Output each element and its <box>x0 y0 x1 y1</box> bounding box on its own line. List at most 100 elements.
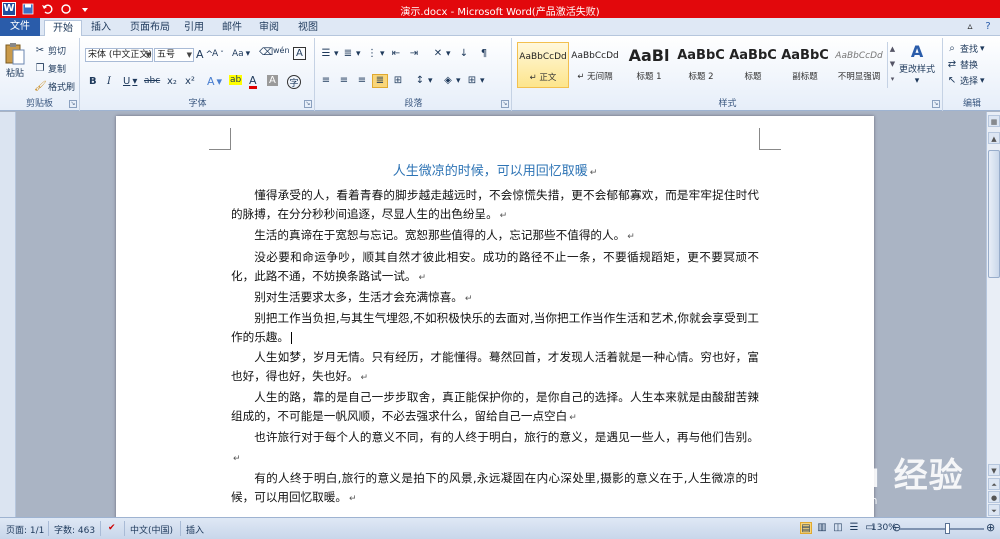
underline-button[interactable]: U ▾ <box>123 76 137 87</box>
document-paragraph[interactable]: 懂得承受的人，看着青春的脚步越走越远时，不会惊慌失措，更不会郁郁寡欢，而是牢牢捉… <box>231 186 759 226</box>
char-border-label: A <box>296 48 303 59</box>
grow-font-button[interactable]: A ^ <box>196 48 213 61</box>
full-screen-reading-icon[interactable]: ▥ <box>816 522 828 534</box>
shrink-font-button[interactable]: Aˇ <box>212 49 224 59</box>
font-launcher-icon[interactable]: ↘ <box>304 100 312 108</box>
word-count[interactable]: 字数: 463 <box>54 523 95 536</box>
tab-insert[interactable]: 插入 <box>83 20 119 36</box>
change-styles-button[interactable]: A 更改样式 ▾ <box>899 42 935 86</box>
line-spacing-button[interactable]: ↕ ▾ <box>414 75 433 87</box>
tab-file[interactable]: 文件 <box>0 18 40 36</box>
borders-button[interactable]: ⊞ ▾ <box>466 75 485 87</box>
help-icon[interactable]: ? <box>982 21 994 33</box>
replace-button[interactable]: ⇄ 替换 <box>946 58 978 72</box>
text-effect-button[interactable]: A ▾ <box>207 75 222 88</box>
clipboard-group-label: 剪贴板 <box>25 99 53 109</box>
subscript-button[interactable]: x₂ <box>167 76 177 87</box>
decrease-indent-button[interactable]: ⇤ <box>390 48 402 60</box>
clipboard-launcher-icon[interactable]: ↘ <box>69 100 77 108</box>
align-right-icon: ≡ <box>357 75 367 86</box>
document-paragraph[interactable]: 别对生活要求太多，生活才会充满惊喜。 ↵ <box>231 288 759 309</box>
sort-button[interactable]: ↓ <box>458 48 470 60</box>
phonetic-guide-button[interactable]: wén <box>273 46 290 55</box>
justify-button[interactable]: ≣ <box>372 74 388 88</box>
minimize-ribbon-icon[interactable]: ▵ <box>964 21 976 33</box>
align-left-button[interactable]: ≡ <box>320 75 332 87</box>
tab-home[interactable]: 开始 <box>44 20 82 36</box>
bold-button[interactable]: B <box>89 76 97 87</box>
document-paragraph[interactable]: 没必要和命运争吵，顺其自然才彼此相安。成功的路径不止一条，不要循规蹈矩，更不要冥… <box>231 248 759 288</box>
char-shading-button[interactable]: A <box>267 75 278 86</box>
document-paragraph[interactable]: 有的人终于明白,旅行的意义是拍下的风景,永远凝固在内心深处里,摄影的意义在于,人… <box>231 469 759 509</box>
document-paragraph[interactable]: 人生如梦，岁月无情。只有经历，才能懂得。蓦然回首，才发现人活着就是一种心情。穷也… <box>231 348 759 388</box>
style-subtitle[interactable]: AaBbC 副标题 <box>779 42 831 88</box>
superscript-button[interactable]: x² <box>185 76 195 87</box>
document-title[interactable]: 人生微凉的时候，可以用回忆取暖 ↵ <box>116 160 874 179</box>
shrink-font-label: A <box>212 49 219 59</box>
align-right-button[interactable]: ≡ <box>356 75 368 87</box>
zoom-slider-handle[interactable] <box>945 523 950 534</box>
proofing-icon[interactable]: ✔ <box>108 523 116 533</box>
language-indicator[interactable]: 中文(中国) <box>130 523 173 536</box>
document-paragraph[interactable]: 生活的真谛在于宽恕与忘记。宽恕那些值得的人，忘记那些不值得的人。 ↵ <box>231 226 759 247</box>
tab-mailings[interactable]: 邮件 <box>214 20 250 36</box>
zoom-slider[interactable] <box>900 528 984 530</box>
style-heading-1[interactable]: AaBl 标题 1 <box>623 42 675 88</box>
distributed-button[interactable]: ⊞ <box>392 75 404 87</box>
change-case-button[interactable]: Aa ▾ <box>232 49 250 59</box>
show-marks-button[interactable]: ¶ <box>478 48 490 60</box>
status-divider <box>100 521 101 536</box>
increase-indent-button[interactable]: ⇥ <box>408 48 420 60</box>
style-name: ↵ 正文 <box>529 73 557 83</box>
print-layout-view-icon[interactable]: ▤ <box>800 522 812 534</box>
outline-view-icon[interactable]: ☰ <box>848 522 860 534</box>
tab-review[interactable]: 审阅 <box>251 20 287 36</box>
font-color-button[interactable]: A <box>249 75 257 89</box>
paragraph-group-label: 段落 <box>404 99 423 109</box>
document-paragraph[interactable]: 也许旅行对于每个人的意义不同，有的人终于明白，旅行的意义，是遇见一些人，再与他们… <box>231 428 759 468</box>
italic-button[interactable]: I <box>107 76 111 87</box>
paragraph-launcher-icon[interactable]: ↘ <box>501 100 509 108</box>
multilevel-list-button[interactable]: ⋮ ▾ <box>366 48 385 60</box>
shading-button[interactable]: ◈ ▾ <box>442 75 460 87</box>
zoom-in-icon[interactable]: ⊕ <box>986 521 995 534</box>
styles-gallery-scroll[interactable]: ▲ ▼ ▾ <box>887 42 897 88</box>
clear-format-button[interactable]: ⌫ <box>259 47 273 59</box>
style-no-spacing[interactable]: AaBbCcDd ↵ 无间隔 <box>569 42 621 88</box>
numbering-button[interactable]: ≣ ▾ <box>342 48 361 60</box>
chinese-layout-button[interactable]: ✕ ▾ <box>432 48 451 60</box>
style-normal[interactable]: AaBbCcDd ↵ 正文 <box>517 42 569 88</box>
font-size-combo[interactable]: 五号 ▼ <box>154 48 194 62</box>
document-paragraph[interactable]: 别把工作当负担,与其生气埋怨,不如积极快乐的去面对,当你把工作当作生活和艺术,你… <box>231 309 759 347</box>
ruler-toggle-icon[interactable]: ▦ <box>988 115 1000 127</box>
bullets-button[interactable]: ☰ ▾ <box>320 48 339 60</box>
page-count[interactable]: 页面: 1/1 <box>6 523 44 536</box>
scroll-thumb[interactable] <box>988 150 1000 278</box>
tab-references[interactable]: 引用 <box>176 20 212 36</box>
strikethrough-button[interactable]: abc <box>144 76 160 86</box>
paste-button[interactable]: 粘贴 <box>4 42 26 79</box>
font-name-combo[interactable]: 宋体 (中文正文) ▼ <box>85 48 153 62</box>
cut-button[interactable]: ✂ 剪切 <box>34 44 66 58</box>
style-heading-2[interactable]: AaBbC 标题 2 <box>675 42 727 88</box>
paragraph-mark: ↵ <box>348 494 357 505</box>
align-center-button[interactable]: ≡ <box>338 75 350 87</box>
highlight-button[interactable]: ab <box>229 75 243 85</box>
find-button[interactable]: ⌕ 查找 ▾ <box>946 42 984 56</box>
style-subtle-emphasis[interactable]: AaBbCcDd 不明显强调 <box>833 42 885 88</box>
document-paragraph[interactable]: 人生的路，靠的是自己一步步取舍，真正能保护你的，是你自己的选择。人生本来就是由酸… <box>231 388 759 428</box>
char-border-button[interactable]: A <box>293 47 306 60</box>
tab-view[interactable]: 视图 <box>290 20 326 36</box>
insert-mode-indicator[interactable]: 插入 <box>186 523 204 536</box>
tab-page-layout[interactable]: 页面布局 <box>122 20 178 36</box>
enclose-char-button[interactable]: 字 <box>287 75 301 89</box>
scroll-up-icon[interactable]: ▲ <box>988 132 1000 144</box>
copy-button[interactable]: ❐ 复制 <box>34 62 67 76</box>
document-body[interactable]: 懂得承受的人，看着青春的脚步越走越远时，不会惊慌失措，更不会郁郁寡欢，而是牢牢捉… <box>231 186 759 509</box>
web-layout-icon[interactable]: ◫ <box>832 522 844 534</box>
style-title[interactable]: AaBbC 标题 <box>727 42 779 88</box>
format-painter-button[interactable]: 🖌 格式刷 <box>34 80 75 94</box>
styles-launcher-icon[interactable]: ↘ <box>932 100 940 108</box>
grow-font-label: A <box>196 48 204 61</box>
select-button[interactable]: ↖ 选择 ▾ <box>946 74 985 88</box>
